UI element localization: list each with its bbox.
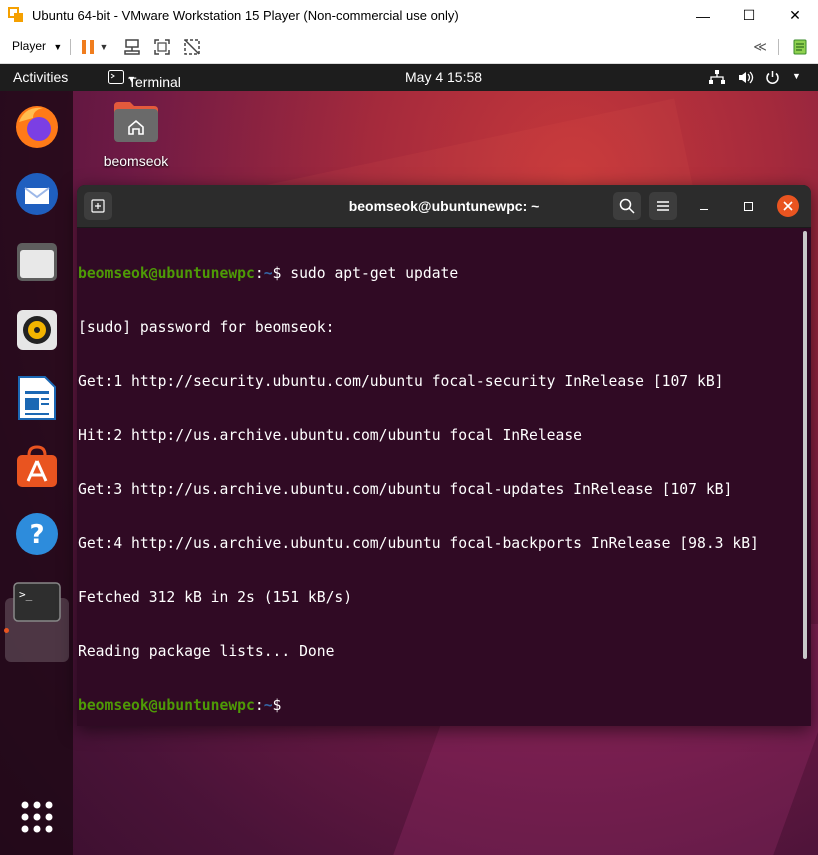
ubuntu-software-icon [17,445,57,487]
home-folder-label: beomseok [103,153,169,169]
terminal-line: Fetched 312 kB in 2s (151 kB/s) [78,589,353,606]
terminal-line: [sudo] password for beomseok: [78,319,335,336]
chevron-down-icon: ▼ [127,74,136,84]
help-icon: ? [16,513,58,555]
chevron-down-icon: ▼ [53,42,63,52]
home-folder-icon [114,102,158,142]
dock: ? >_ [0,91,73,855]
running-indicator [4,628,9,633]
ubuntu-desktop: Activities Terminal ▼ May 4 15:58 ▼ ? >_… [0,64,818,855]
minimize-icon: — [696,7,710,24]
svg-text:>_: >_ [19,588,33,601]
show-applications-icon [21,801,53,833]
maximize-button[interactable]: ☐ [726,0,772,31]
prompt-colon: : [254,265,264,282]
vmware-logo-icon [8,7,23,22]
dock-thunderbird[interactable] [11,168,63,220]
maximize-icon [743,201,753,211]
collapse-toolbar-button[interactable]: ≪ [750,37,770,57]
terminal-output[interactable]: beomseok@ubuntunewpc:~$ sudo apt-get upd… [78,229,798,719]
network-icon[interactable] [709,70,725,85]
terminal-window: beomseok@ubuntunewpc: ~ beomseok@ubuntun… [77,185,811,726]
prompt-path: ~ [263,265,273,282]
dock-libreoffice-writer[interactable] [11,372,63,424]
desktop-home-folder[interactable]: beomseok [100,100,172,169]
dock-rhythmbox[interactable] [11,304,63,356]
files-icon [17,243,57,281]
app-menu[interactable]: Terminal ▼ [108,69,181,90]
chevron-down-icon: ▼ [99,42,109,52]
dock-terminal[interactable]: >_ [11,576,63,628]
player-menu[interactable]: Player ▼ [12,39,62,53]
minimize-icon [700,208,708,210]
library-button[interactable] [790,37,810,57]
svg-text:?: ? [29,520,44,550]
terminal-scrollbar[interactable] [803,231,807,659]
clock[interactable]: May 4 15:58 [405,69,482,85]
rhythmbox-icon [17,310,57,350]
toolbar-divider [70,39,71,55]
terminal-maximize-button[interactable] [741,199,755,213]
send-ctrl-alt-del-button[interactable] [122,37,142,57]
vmware-title-bar: Ubuntu 64-bit - VMware Workstation 15 Pl… [0,0,818,31]
network-computer-icon [124,39,140,55]
terminal-icon: >_ [13,582,61,622]
terminal-header-bar: beomseok@ubuntunewpc: ~ [77,185,811,228]
fullscreen-button[interactable] [152,37,172,57]
terminal-line: Get:3 http://us.archive.ubuntu.com/ubunt… [78,481,733,498]
prompt-user: beomseok@ubuntunewpc [78,265,255,282]
search-icon [619,198,635,214]
hamburger-menu-icon [657,201,669,211]
gnome-top-bar: Activities Terminal ▼ May 4 15:58 ▼ [0,64,818,91]
pause-dropdown-button[interactable]: ▼ [97,37,111,57]
close-icon: ✕ [789,7,801,23]
firefox-icon [16,106,58,148]
terminal-icon [108,70,124,84]
chevron-down-icon[interactable]: ▼ [792,71,801,81]
command-text: $ [272,697,282,714]
terminal-minimize-button[interactable] [697,199,711,213]
dock-files[interactable] [11,236,63,288]
dock-firefox[interactable] [11,100,63,152]
prompt-colon: : [254,697,264,714]
terminal-close-button[interactable] [777,195,799,217]
search-button[interactable] [613,192,641,220]
fullscreen-icon [154,39,170,55]
dock-ubuntu-software[interactable] [11,440,63,492]
prompt-path: ~ [263,697,273,714]
terminal-line: Hit:2 http://us.archive.ubuntu.com/ubunt… [78,427,583,444]
library-icon [793,39,807,55]
toolbar-divider [778,39,779,55]
minimize-button[interactable]: — [680,0,726,31]
terminal-line: Get:1 http://security.ubuntu.com/ubuntu … [78,373,724,390]
terminal-line: Get:4 http://us.archive.ubuntu.com/ubunt… [78,535,759,552]
pause-icon [82,40,94,54]
unity-mode-button[interactable] [182,37,202,57]
pause-button[interactable] [78,37,98,57]
terminal-line: beomseok@ubuntunewpc:~$ sudo apt-get upd… [78,265,798,283]
power-icon[interactable] [765,70,780,85]
close-button[interactable]: ✕ [772,0,818,31]
prompt-user: beomseok@ubuntunewpc [78,697,255,714]
window-title: Ubuntu 64-bit - VMware Workstation 15 Pl… [32,8,459,23]
command-text: $ sudo apt-get update [272,265,459,282]
thunderbird-icon [16,173,58,215]
show-applications-button[interactable] [11,791,63,843]
app-menu-label: Terminal [128,74,181,90]
libreoffice-writer-icon [18,376,56,420]
double-chevron-left-icon: ≪ [753,39,767,54]
vmware-toolbar: Player ▼ ▼ ≪ [0,31,818,64]
close-icon [783,201,793,211]
volume-icon[interactable] [738,70,754,85]
maximize-icon: ☐ [742,7,756,23]
player-menu-label: Player [12,39,47,53]
menu-button[interactable] [649,192,677,220]
activities-button[interactable]: Activities [13,69,68,85]
terminal-line: Reading package lists... Done [78,643,335,660]
unity-icon [184,39,200,55]
dock-help[interactable]: ? [11,508,63,560]
terminal-line: beomseok@ubuntunewpc:~$ [78,697,798,715]
